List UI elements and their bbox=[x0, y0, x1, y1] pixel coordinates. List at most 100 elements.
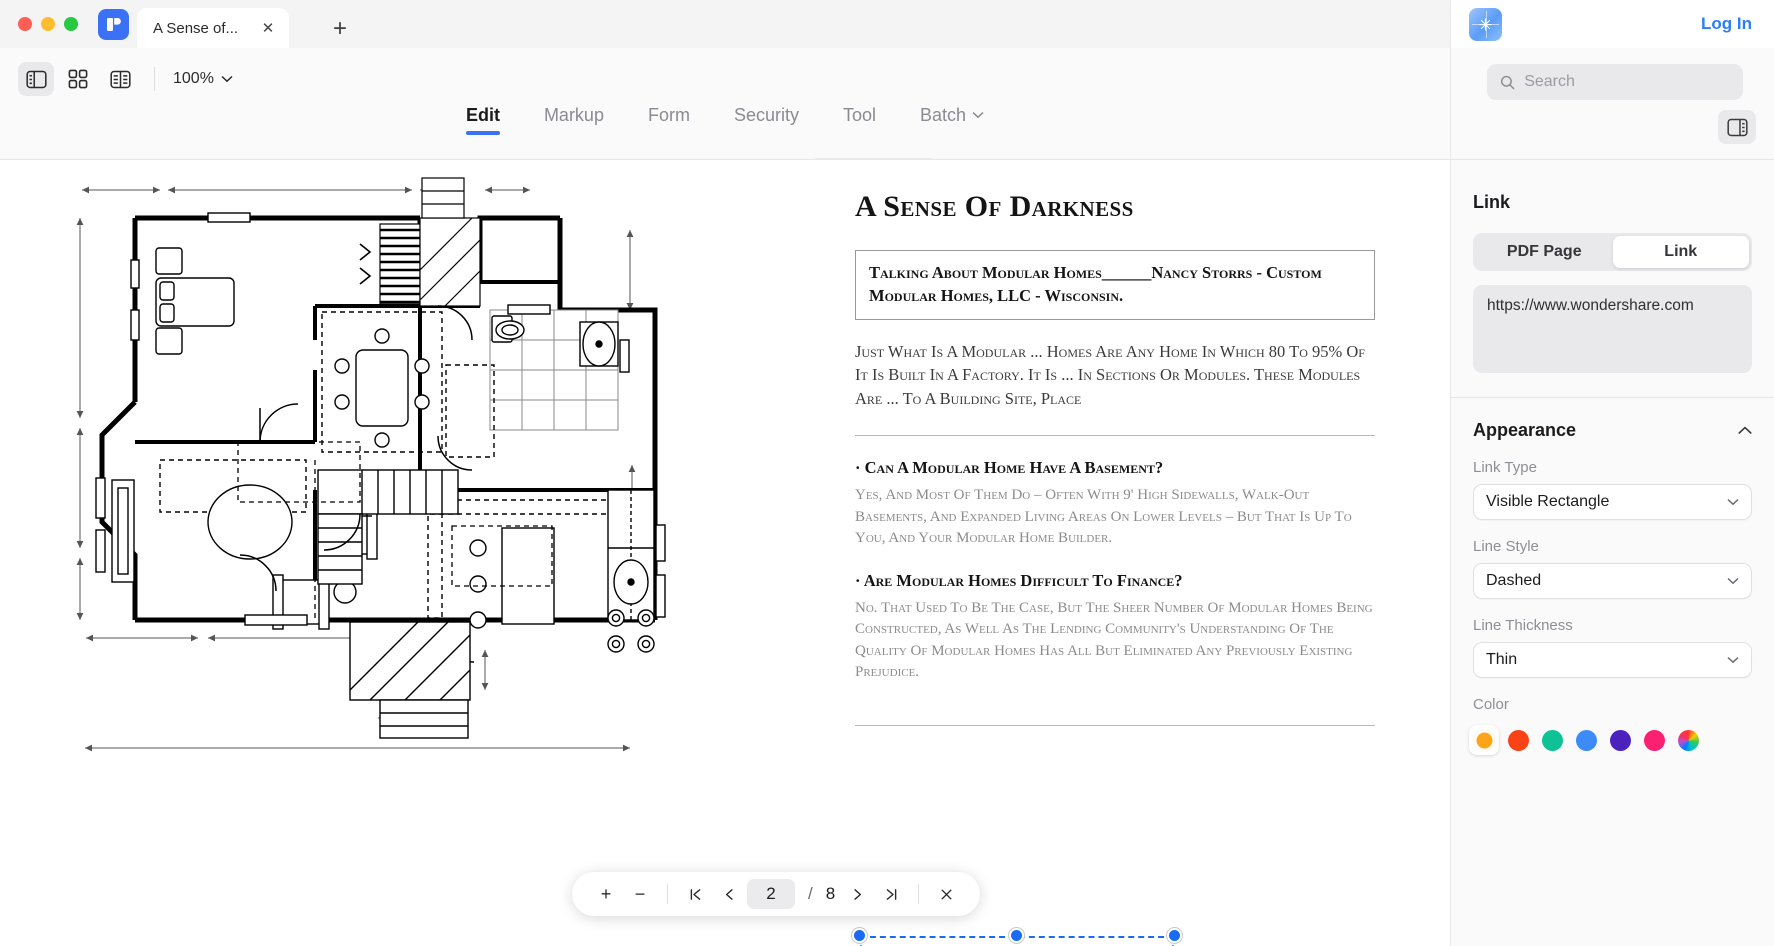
resize-handle-top-left[interactable] bbox=[852, 928, 867, 943]
minimize-window-button[interactable] bbox=[41, 17, 55, 31]
tab-markup-label: Markup bbox=[543, 105, 604, 125]
tab-security[interactable]: Security bbox=[712, 104, 821, 126]
maximize-window-button[interactable] bbox=[64, 17, 78, 31]
line-thickness-select[interactable]: Thin bbox=[1473, 642, 1752, 678]
intro-paragraph: Just What Is A Modular ... Homes Are Any… bbox=[855, 341, 1365, 409]
tab-batch-label: Batch bbox=[920, 105, 967, 125]
chevron-left-icon bbox=[725, 888, 733, 900]
chevron-down-icon bbox=[1727, 657, 1739, 664]
chevron-right-icon bbox=[854, 888, 861, 900]
color-label: Color bbox=[1473, 696, 1509, 713]
search-area bbox=[1450, 48, 1774, 160]
line-thickness-label: Line Thickness bbox=[1473, 617, 1573, 634]
line-style-select[interactable]: Dashed bbox=[1473, 563, 1752, 599]
zoom-in-button[interactable]: + bbox=[590, 878, 622, 910]
link-url-input[interactable]: https://www.wondershare.com bbox=[1473, 285, 1752, 373]
zoom-level-label: 100% bbox=[173, 70, 214, 87]
sidebar-toggle-button[interactable] bbox=[18, 62, 54, 96]
link-type-segmented-control: PDF Page Link bbox=[1473, 233, 1752, 271]
color-swatch-red[interactable] bbox=[1503, 725, 1533, 755]
link-type-label: Link Type bbox=[1473, 459, 1537, 476]
chevron-down-icon bbox=[221, 75, 233, 83]
color-swatch-green[interactable] bbox=[1537, 725, 1567, 755]
chevron-down-icon bbox=[972, 111, 984, 119]
resize-handle-top-right[interactable] bbox=[1167, 928, 1182, 943]
zoom-level-dropdown[interactable]: 100% bbox=[171, 70, 233, 88]
previous-page-button[interactable] bbox=[713, 878, 745, 910]
search-input[interactable] bbox=[1524, 73, 1730, 91]
chevron-up-icon[interactable] bbox=[1738, 426, 1752, 435]
line-style-label: Line Style bbox=[1473, 538, 1539, 555]
last-page-icon bbox=[886, 888, 897, 900]
appearance-section-header[interactable]: Appearance bbox=[1473, 420, 1752, 441]
total-pages-label: 8 bbox=[825, 884, 836, 903]
window-controls bbox=[0, 0, 78, 48]
tab-form[interactable]: Form bbox=[626, 104, 712, 126]
link-type-value: Visible Rectangle bbox=[1486, 493, 1610, 510]
thumbnail-view-button[interactable] bbox=[102, 62, 138, 96]
page-navigation-bar: + − 2 / 8 bbox=[572, 872, 981, 916]
faq-question-1: · Can A Modular Home Have A Basement? bbox=[855, 458, 1164, 478]
right-panel-toggle-button[interactable] bbox=[1718, 110, 1756, 144]
floor-plan-drawing bbox=[76, 177, 666, 752]
view-controls: 100% bbox=[18, 62, 233, 96]
tab-security-label: Security bbox=[733, 105, 799, 125]
tab-edit[interactable]: Edit bbox=[444, 104, 522, 135]
account-bar: Log In bbox=[1450, 0, 1774, 48]
link-type-select[interactable]: Visible Rectangle bbox=[1473, 484, 1752, 520]
faq-question-2: · Are Modular Homes Difficult To Finance… bbox=[855, 571, 1183, 591]
color-swatch-custom[interactable] bbox=[1673, 725, 1703, 755]
section-divider bbox=[855, 435, 1375, 437]
section-divider-2 bbox=[855, 725, 1375, 727]
close-icon bbox=[941, 888, 952, 900]
pdf-page-content: A Sense Of Darkness Talking About Modula… bbox=[855, 160, 1375, 727]
panel-divider bbox=[1451, 397, 1774, 398]
document-canvas[interactable]: A Sense Of Darkness Talking About Modula… bbox=[0, 160, 1450, 946]
panel-title: Link bbox=[1473, 192, 1511, 212]
log-in-button[interactable]: Log In bbox=[1701, 14, 1752, 34]
search-icon bbox=[1500, 75, 1515, 89]
right-panel-icon bbox=[1726, 118, 1748, 136]
line-thickness-value: Thin bbox=[1486, 651, 1518, 668]
tab-markup[interactable]: Markup bbox=[522, 104, 626, 126]
color-swatch-purple[interactable] bbox=[1605, 725, 1635, 755]
link-properties-panel: Link PDF Page Link https://www.wondersha… bbox=[1450, 160, 1774, 946]
document-tab-label: A Sense of... bbox=[153, 19, 239, 37]
segment-pdf-page[interactable]: PDF Page bbox=[1476, 236, 1613, 268]
tab-batch[interactable]: Batch bbox=[898, 104, 1006, 126]
tab-edit-label: Edit bbox=[465, 105, 500, 125]
page-number-input[interactable]: 2 bbox=[747, 879, 795, 909]
resize-handle-top-center[interactable] bbox=[1009, 928, 1024, 943]
page-title: A Sense Of Darkness bbox=[855, 190, 1134, 223]
faq-answer-1: Yes, And Most Of Them Do – Often With 9'… bbox=[855, 487, 1352, 546]
divider bbox=[154, 67, 155, 91]
close-pagenav-button[interactable] bbox=[930, 878, 962, 910]
tab-form-label: Form bbox=[647, 105, 690, 125]
application-window: A Sense of... ✕ + Log In 100% Edit Marku… bbox=[0, 0, 1774, 946]
close-window-button[interactable] bbox=[18, 17, 32, 31]
selected-link-annotation[interactable]: PDF.WONDERSHARE.COM To https://www.wonde… bbox=[852, 928, 1182, 946]
color-swatch-pink[interactable] bbox=[1639, 725, 1669, 755]
title-bar: A Sense of... ✕ + bbox=[0, 0, 1450, 48]
search-box[interactable] bbox=[1487, 64, 1743, 100]
next-page-button[interactable] bbox=[841, 878, 873, 910]
active-tab-underline bbox=[465, 131, 500, 135]
faq-answer-2: No. That Used To Be The Case, But The Sh… bbox=[855, 600, 1373, 681]
tab-tool[interactable]: Tool bbox=[821, 104, 898, 126]
chevron-down-icon bbox=[1727, 499, 1739, 506]
close-tab-icon[interactable]: ✕ bbox=[259, 19, 277, 37]
tab-tool-label: Tool bbox=[843, 105, 877, 125]
wondershare-badge-icon[interactable] bbox=[1469, 7, 1502, 41]
ribbon-toolbar: 100% Edit Markup Form Security Tool Batc… bbox=[0, 48, 1450, 206]
color-swatch-blue[interactable] bbox=[1571, 725, 1601, 755]
zoom-out-button[interactable]: − bbox=[624, 878, 656, 910]
last-page-button[interactable] bbox=[875, 878, 907, 910]
document-tab[interactable]: A Sense of... ✕ bbox=[137, 8, 289, 48]
color-swatch-orange[interactable] bbox=[1469, 725, 1499, 755]
new-tab-button[interactable]: + bbox=[327, 15, 353, 42]
grid-view-button[interactable] bbox=[60, 62, 96, 96]
segment-link[interactable]: Link bbox=[1612, 236, 1749, 268]
divider bbox=[667, 884, 668, 904]
chevron-down-icon bbox=[1727, 578, 1739, 585]
first-page-button[interactable] bbox=[679, 878, 711, 910]
